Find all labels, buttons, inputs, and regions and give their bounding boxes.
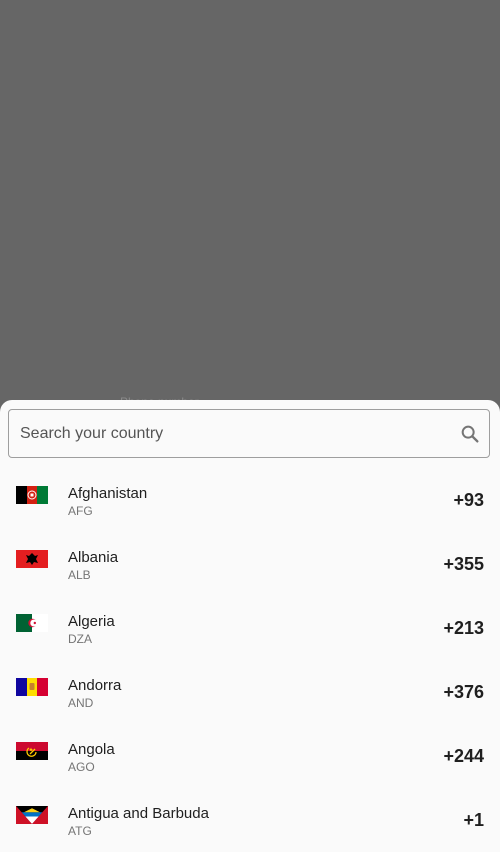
search-input[interactable] bbox=[20, 410, 450, 457]
country-name: Antigua and Barbuda bbox=[68, 805, 209, 822]
country-name: Albania bbox=[68, 549, 119, 566]
country-name: Andorra bbox=[68, 677, 122, 694]
dial-code: +244 bbox=[443, 746, 484, 766]
country-row-antigua-and-barbuda[interactable]: Antigua and Barbuda ATG +1 bbox=[0, 784, 500, 848]
country-row-albania[interactable]: Albania ALB +355 bbox=[0, 528, 500, 592]
country-code: AGO bbox=[68, 760, 95, 774]
dial-code: +213 bbox=[443, 618, 484, 638]
country-picker-sheet: Afghanistan AFG +93 Albania ALB +355 bbox=[0, 400, 500, 852]
algeria-flag-icon bbox=[16, 614, 48, 632]
dial-code: +1 bbox=[463, 810, 484, 830]
country-row-algeria[interactable]: Algeria DZA +213 bbox=[0, 592, 500, 656]
dial-code: +376 bbox=[443, 682, 484, 702]
albania-flag-icon bbox=[16, 550, 48, 568]
country-name: Algeria bbox=[68, 613, 115, 630]
country-row-angola[interactable]: Angola AGO +244 bbox=[0, 720, 500, 784]
andorra-flag-icon bbox=[16, 678, 48, 696]
dial-code: +355 bbox=[443, 554, 484, 574]
country-row-andorra[interactable]: Andorra AND +376 bbox=[0, 656, 500, 720]
search-field[interactable] bbox=[8, 409, 490, 458]
country-name: Angola bbox=[68, 741, 115, 758]
country-row-afghanistan[interactable]: Afghanistan AFG +93 bbox=[0, 464, 500, 528]
country-name: Afghanistan bbox=[68, 485, 148, 502]
afghanistan-flag-icon bbox=[16, 486, 48, 504]
search-icon[interactable] bbox=[459, 423, 481, 445]
dial-code: +93 bbox=[453, 490, 484, 510]
country-list: Afghanistan AFG +93 Albania ALB +355 Alg… bbox=[0, 464, 500, 848]
country-code: AND bbox=[68, 696, 94, 710]
country-code: DZA bbox=[68, 632, 92, 646]
angola-flag-icon bbox=[16, 742, 48, 760]
country-code: AFG bbox=[68, 504, 93, 518]
country-code: ALB bbox=[68, 568, 91, 582]
country-code: ATG bbox=[68, 824, 92, 838]
antigua-barbuda-flag-icon bbox=[16, 806, 48, 824]
